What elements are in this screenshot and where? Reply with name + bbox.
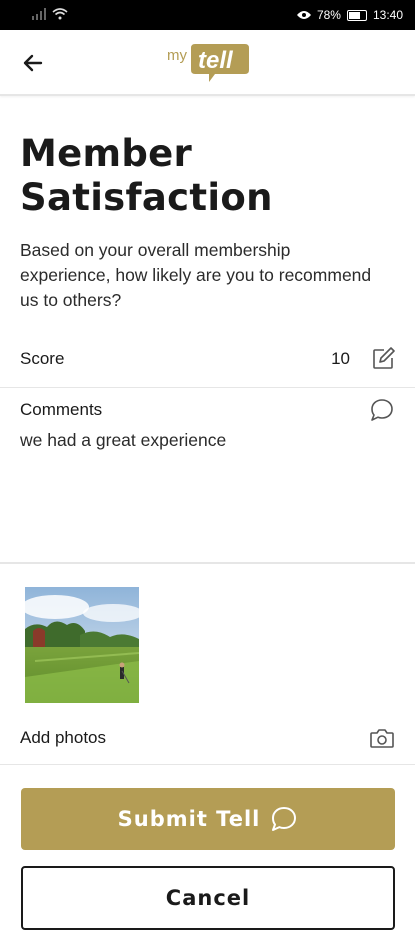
- cancel-button[interactable]: Cancel: [21, 866, 395, 930]
- mytell-logo: my tell: [167, 44, 249, 82]
- submit-button[interactable]: Submit Tell: [21, 788, 395, 850]
- score-row[interactable]: Score 10: [0, 335, 415, 388]
- camera-icon[interactable]: [369, 726, 395, 750]
- page-title: Member Satisfaction: [20, 132, 273, 219]
- battery-icon: [346, 9, 367, 21]
- comments-text[interactable]: we had a great experience: [20, 430, 226, 451]
- comments-field[interactable]: Comments we had a great experience: [0, 388, 415, 564]
- edit-icon[interactable]: [371, 347, 395, 371]
- speech-bubble-icon: [371, 399, 393, 421]
- speech-bubble-icon: [272, 807, 297, 831]
- battery-percent: 78%: [316, 8, 341, 22]
- add-photos-label: Add photos: [20, 728, 107, 747]
- status-bar-left: [32, 8, 68, 20]
- eye-icon: [296, 11, 311, 19]
- svg-text:tell: tell: [198, 47, 234, 74]
- submit-label: Submit Tell: [117, 807, 261, 831]
- score-label: Score: [20, 349, 65, 368]
- status-bar: 78% 13:40: [0, 0, 415, 30]
- wifi-icon: [52, 8, 68, 20]
- add-photos-row[interactable]: Add photos: [0, 712, 415, 765]
- signal-icon: [32, 8, 46, 20]
- status-bar-right: 78% 13:40: [296, 7, 403, 23]
- app-bar: my tell: [0, 30, 415, 96]
- comments-label: Comments: [20, 400, 103, 419]
- svg-text:my: my: [167, 47, 187, 64]
- score-value: 10: [331, 349, 350, 368]
- survey-question: Based on your overall membership experie…: [20, 240, 372, 310]
- clock: 13:40: [372, 8, 403, 22]
- arrow-left-icon[interactable]: [18, 48, 48, 78]
- photo-thumbnail[interactable]: [25, 587, 139, 703]
